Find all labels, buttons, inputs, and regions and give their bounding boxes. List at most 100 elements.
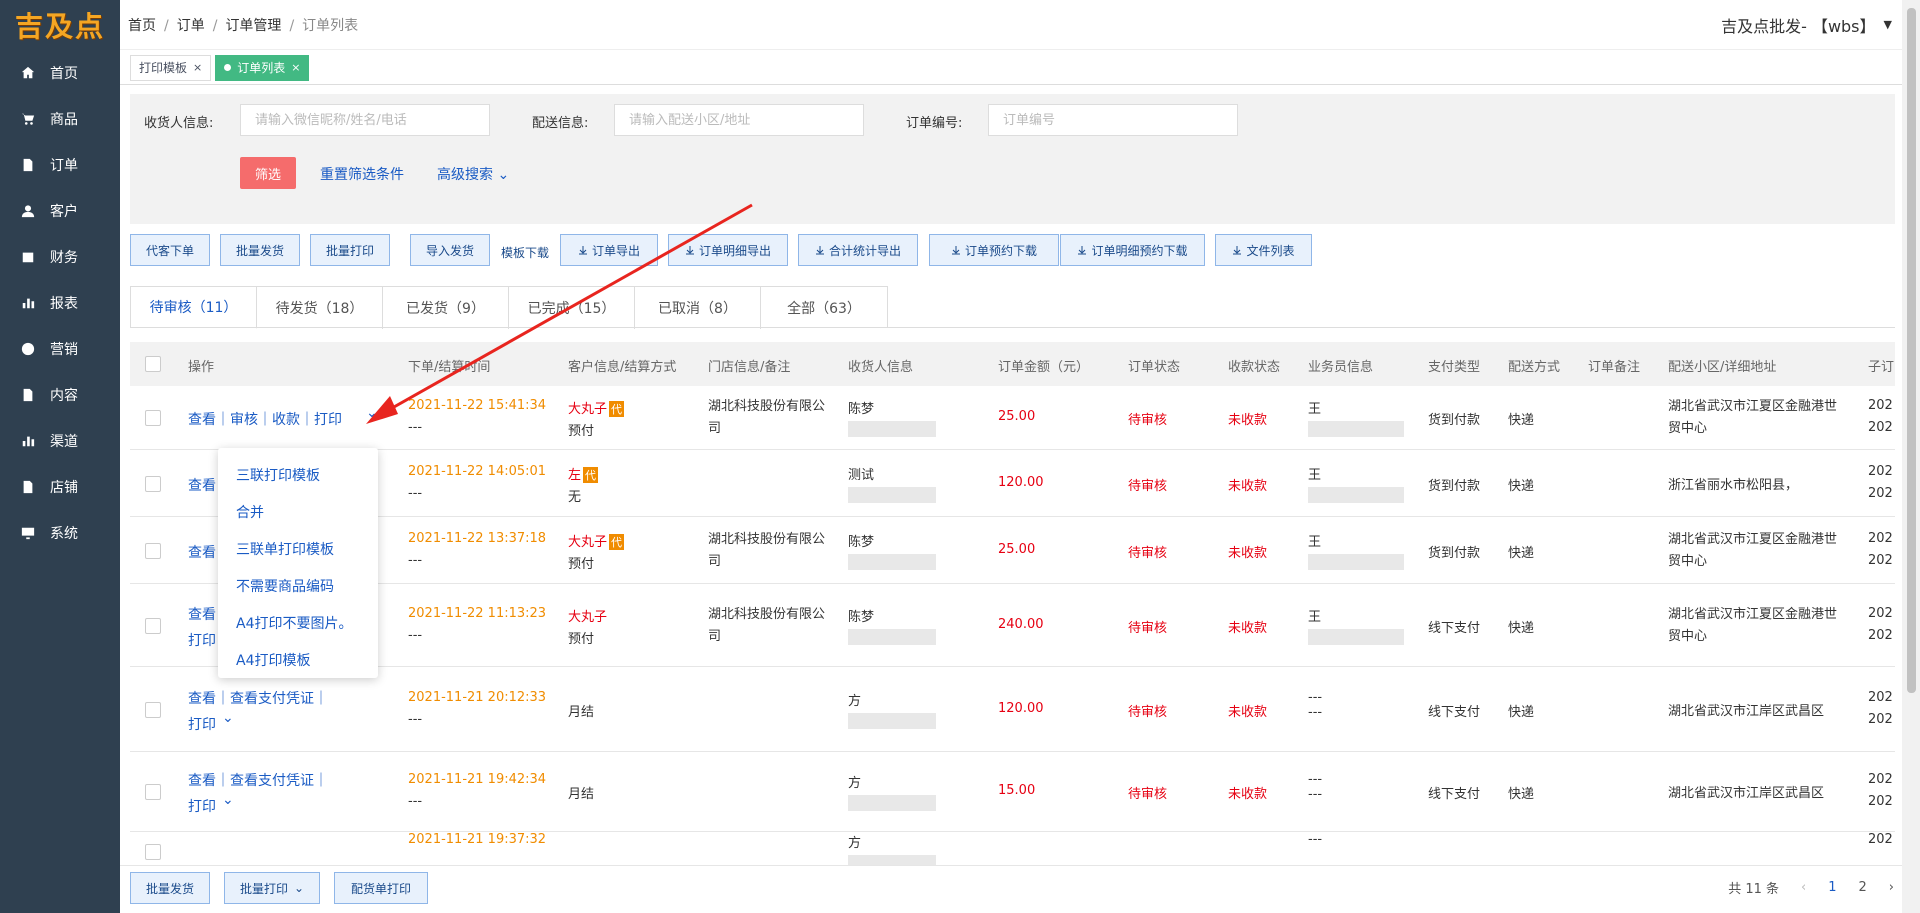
- nav-customers[interactable]: 客户: [0, 188, 120, 234]
- user-icon: [20, 203, 36, 219]
- download-icon: [1078, 246, 1087, 255]
- salesperson-phone-masked: [1308, 487, 1404, 503]
- reset-filters-link[interactable]: 重置筛选条件: [320, 164, 404, 184]
- settle-method: 无: [568, 490, 582, 505]
- breadcrumb-order-management[interactable]: 订单管理: [225, 18, 281, 34]
- menu-item-no-product-code[interactable]: 不需要商品编码: [218, 567, 378, 604]
- file-list-button[interactable]: 文件列表: [1215, 234, 1312, 266]
- tab-order-list[interactable]: 订单列表 ×: [215, 54, 310, 81]
- prev-page-icon[interactable]: ‹: [1801, 880, 1806, 895]
- nav-stores[interactable]: 店铺: [0, 464, 120, 510]
- receiver-phone-masked: [848, 554, 936, 570]
- salesperson-phone-masked: [1308, 421, 1404, 437]
- settle-time: ---: [408, 712, 423, 727]
- receiver-input[interactable]: [240, 104, 490, 136]
- chevron-down-icon[interactable]: ⌄: [222, 710, 234, 726]
- row-checkbox[interactable]: [145, 410, 161, 426]
- row-actions[interactable]: 查看: [188, 542, 216, 562]
- row-actions[interactable]: 查看｜查看支付凭证｜: [188, 688, 328, 708]
- pagination: 共 11 条 ‹ 1 2 ›: [1728, 878, 1894, 897]
- col-header: 业务员信息: [1308, 360, 1374, 375]
- filter-button[interactable]: 筛选: [240, 157, 296, 189]
- tab-all[interactable]: 全部（63）: [761, 287, 887, 329]
- nav-reports[interactable]: 报表: [0, 280, 120, 326]
- nav-system[interactable]: 系统: [0, 510, 120, 556]
- page-2[interactable]: 2: [1859, 880, 1867, 895]
- order-time: 2021-11-22 11:13:23: [408, 606, 547, 621]
- order-status: 待审核: [1128, 705, 1168, 720]
- tab-label: 订单列表: [237, 61, 286, 75]
- place-order-button[interactable]: 代客下单: [130, 234, 210, 266]
- order-no-input[interactable]: [988, 104, 1238, 136]
- col-header: 收货人信息: [848, 360, 914, 375]
- nav-label: 商品: [50, 112, 78, 128]
- breadcrumb-orders[interactable]: 订单: [177, 18, 205, 34]
- sidebar: 吉及点 首页 商品 订单 客户 财务 报表 营销 内容 渠道 店铺 系统: [0, 0, 120, 913]
- row-actions[interactable]: 查看｜审核｜收款｜打印: [188, 409, 342, 429]
- order-status: 待审核: [1128, 413, 1168, 428]
- menu-item-triple-form-template[interactable]: 三联单打印模板: [218, 530, 378, 567]
- row-actions[interactable]: 查看: [188, 604, 216, 624]
- nav-label: 内容: [50, 388, 78, 404]
- download-booking-button[interactable]: 订单预约下载: [929, 234, 1059, 266]
- tab-print-template[interactable]: 打印模板 ×: [130, 54, 212, 81]
- nav-orders[interactable]: 订单: [0, 142, 120, 188]
- page-1[interactable]: 1: [1828, 880, 1836, 895]
- select-all-checkbox[interactable]: [145, 356, 161, 372]
- row-print-action[interactable]: 打印: [188, 714, 216, 734]
- customer-name-text: 左: [568, 468, 582, 483]
- nav-finance[interactable]: 财务: [0, 234, 120, 280]
- footer-batch-print-button[interactable]: 批量打印 ⌄: [224, 872, 320, 904]
- menu-item-merge[interactable]: 合并: [218, 493, 378, 530]
- breadcrumb-home[interactable]: 首页: [128, 18, 156, 34]
- menu-item-triple-template[interactable]: 三联打印模板: [218, 456, 378, 493]
- next-page-icon[interactable]: ›: [1889, 880, 1894, 895]
- download-detail-booking-button[interactable]: 订单明细预约下载: [1060, 234, 1205, 266]
- print-dropdown-menu: 三联打印模板 合并 三联单打印模板 不需要商品编码 A4打印不要图片。 A4打印…: [218, 448, 378, 678]
- row-checkbox[interactable]: [145, 784, 161, 800]
- salesperson-info: 王: [1308, 531, 1404, 570]
- receiver-info: 测试: [848, 464, 936, 503]
- tab-pending-review[interactable]: 待审核（11）: [131, 287, 257, 329]
- button-label: 批量打印: [239, 881, 288, 896]
- row-print-action[interactable]: 打印: [188, 796, 216, 816]
- row-actions[interactable]: 查看: [188, 475, 216, 495]
- row-print-action[interactable]: 打印: [188, 630, 216, 650]
- order-amount: 25.00: [998, 542, 1036, 557]
- advanced-search-label: 高级搜索: [437, 167, 493, 183]
- scrollbar-thumb[interactable]: [1907, 8, 1916, 693]
- receiver-name: 方: [848, 776, 862, 791]
- agent-badge: 代: [583, 467, 599, 483]
- footer-dispatch-print-button[interactable]: 配货单打印: [334, 872, 428, 904]
- nav-channels[interactable]: 渠道: [0, 418, 120, 464]
- payment-status: 未收款: [1228, 705, 1268, 720]
- row-checkbox[interactable]: [145, 844, 161, 860]
- payment-type: 线下支付: [1428, 705, 1481, 720]
- nav-marketing[interactable]: 营销: [0, 326, 120, 372]
- row-checkbox[interactable]: [145, 543, 161, 559]
- row-actions[interactable]: 查看｜查看支付凭证｜: [188, 770, 328, 790]
- caret-down-icon: ▼: [1883, 18, 1892, 31]
- settle-method: 预付: [568, 557, 595, 572]
- table-row: 查看｜查看支付凭证｜ 打印 ⌄ 2021-11-21 19:42:34 --- 月结 方 15…: [130, 752, 1895, 832]
- advanced-search-link[interactable]: 高级搜索 ⌄: [437, 164, 509, 184]
- nav-goods[interactable]: 商品: [0, 96, 120, 142]
- row-checkbox[interactable]: [145, 702, 161, 718]
- export-totals-button[interactable]: 合计统计导出: [798, 234, 918, 266]
- nav-home[interactable]: 首页: [0, 50, 120, 96]
- menu-item-a4-no-images[interactable]: A4打印不要图片。: [218, 604, 378, 641]
- row-checkbox[interactable]: [145, 476, 161, 492]
- close-icon[interactable]: ×: [291, 61, 300, 74]
- nav-content[interactable]: 内容: [0, 372, 120, 418]
- batch-ship-button[interactable]: 批量发货: [220, 234, 300, 266]
- delivery-input[interactable]: [614, 104, 864, 136]
- salesperson-info: ---: [1308, 832, 1322, 847]
- footer-batch-ship-button[interactable]: 批量发货: [130, 872, 210, 904]
- chevron-down-icon[interactable]: ⌄: [222, 792, 234, 808]
- close-icon[interactable]: ×: [193, 61, 202, 74]
- row-checkbox[interactable]: [145, 618, 161, 634]
- order-status: 待审核: [1128, 479, 1168, 494]
- scrollbar[interactable]: [1902, 0, 1920, 913]
- menu-item-a4-template[interactable]: A4打印模板: [218, 641, 378, 678]
- user-menu[interactable]: 吉及点批发- 【wbs】 ▼: [1721, 13, 1902, 37]
